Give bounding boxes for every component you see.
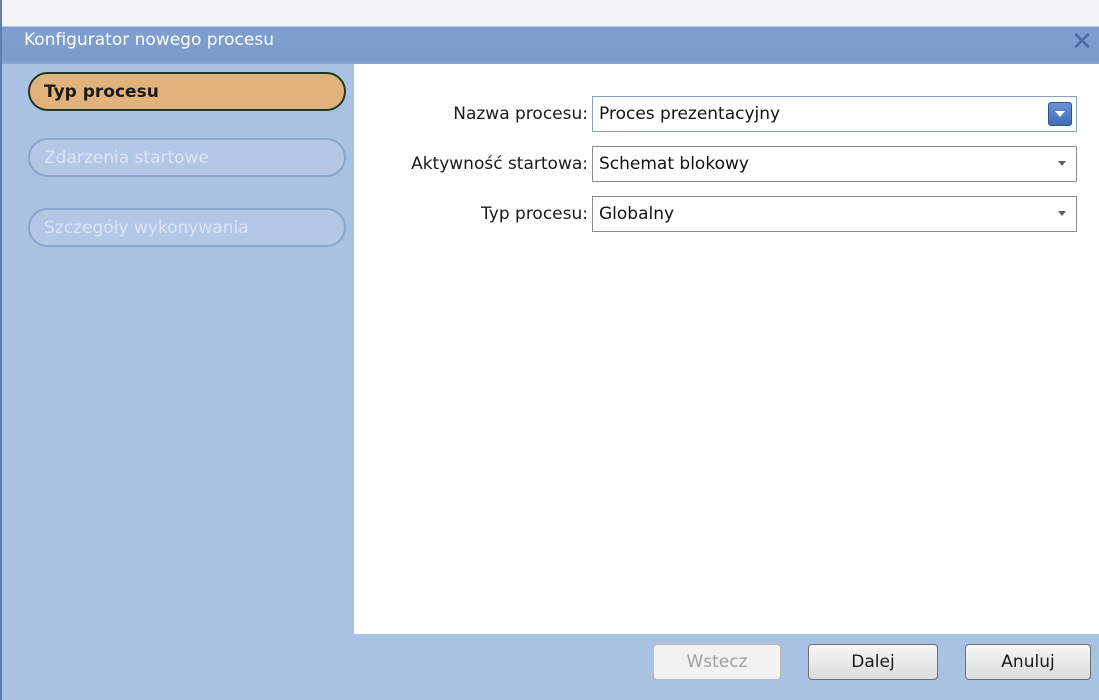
process-type-label: Typ procesu:: [481, 204, 588, 224]
start-activity-label: Aktywność startowa:: [411, 154, 588, 174]
process-type-row: Typ procesu: Globalny: [354, 194, 1077, 234]
start-activity-select[interactable]: Schemat blokowy: [592, 146, 1077, 182]
window-title: Konfigurator nowego procesu: [24, 30, 274, 50]
step-zdarzenia-startowe[interactable]: Zdarzenia startowe: [28, 138, 346, 177]
process-name-value: Proces prezentacyjny: [599, 104, 781, 124]
process-name-label: Nazwa procesu:: [453, 104, 588, 124]
title-bar: Konfigurator nowego procesu ✕: [2, 0, 1099, 64]
start-activity-row: Aktywność startowa: Schemat blokowy: [354, 144, 1077, 184]
next-button[interactable]: Dalej: [808, 644, 938, 680]
cancel-button[interactable]: Anuluj: [965, 644, 1091, 680]
form-panel: Nazwa procesu: Proces prezentacyjny Akty…: [354, 64, 1099, 634]
back-button[interactable]: Wstecz: [653, 644, 781, 680]
step-label: Szczegóły wykonywania: [44, 218, 249, 238]
dropdown-arrow-icon: [1058, 161, 1066, 166]
process-type-value: Globalny: [599, 204, 675, 224]
process-name-row: Nazwa procesu: Proces prezentacyjny: [354, 94, 1077, 134]
chevron-down-icon[interactable]: [1048, 102, 1072, 126]
process-type-select[interactable]: Globalny: [592, 196, 1077, 232]
button-bar: Wstecz Dalej Anuluj: [4, 634, 1099, 700]
step-typ-procesu[interactable]: Typ procesu: [28, 72, 346, 111]
step-label: Zdarzenia startowe: [44, 148, 209, 168]
wizard-window: Konfigurator nowego procesu ✕ Typ proces…: [0, 0, 1099, 700]
close-icon[interactable]: ✕: [1067, 27, 1097, 57]
step-label: Typ procesu: [44, 82, 159, 102]
start-activity-value: Schemat blokowy: [599, 154, 749, 174]
dropdown-arrow-icon: [1058, 211, 1066, 216]
wizard-steps-sidebar: Typ procesu Zdarzenia startowe Szczegóły…: [4, 64, 352, 634]
step-szczegoly-wykonywania[interactable]: Szczegóły wykonywania: [28, 208, 346, 247]
process-name-combobox[interactable]: Proces prezentacyjny: [592, 96, 1077, 132]
